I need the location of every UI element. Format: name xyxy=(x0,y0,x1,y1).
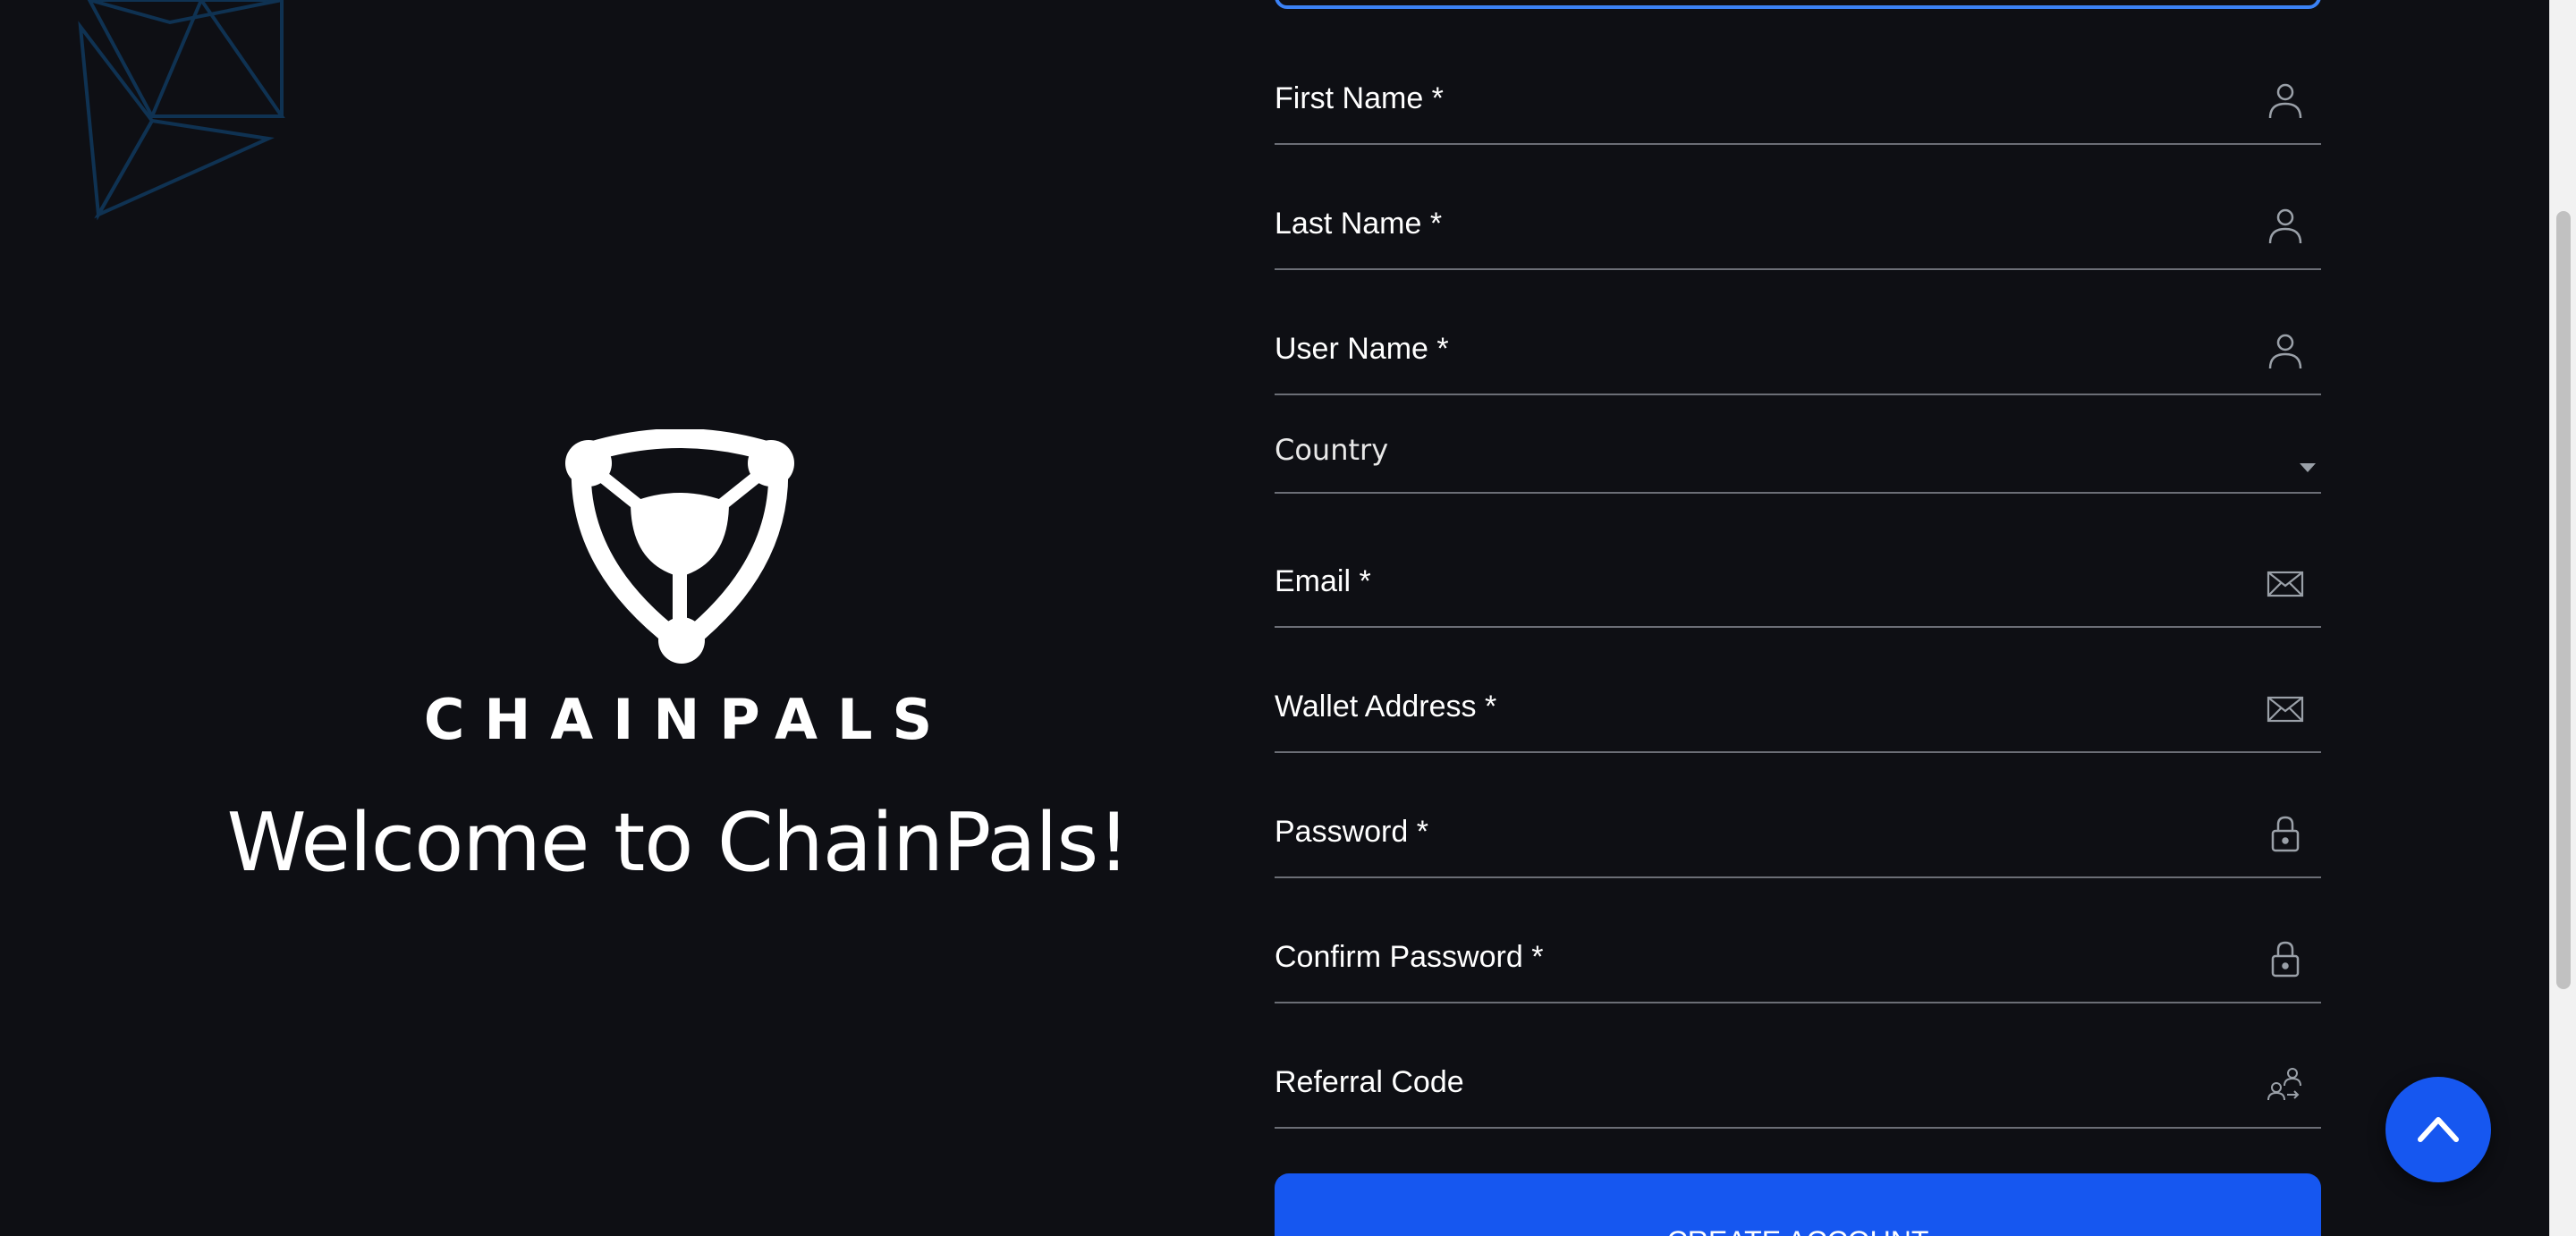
scrollbar-thumb[interactable] xyxy=(2556,211,2571,989)
page-scrollbar[interactable] xyxy=(2549,0,2576,1236)
last-name-field[interactable]: Last Name * xyxy=(1275,145,2321,270)
signup-page: CHAINPALS Welcome to ChainPals! First Na… xyxy=(0,0,2576,1236)
email-field[interactable]: Email * xyxy=(1275,503,2321,628)
country-label: Country xyxy=(1275,433,1389,467)
chevron-up-icon xyxy=(2418,1117,2459,1142)
envelope-icon xyxy=(2266,563,2305,603)
wallet-address-field[interactable]: Wallet Address * xyxy=(1275,628,2321,753)
referral-icon xyxy=(2266,1064,2305,1104)
first-name-field[interactable]: First Name * xyxy=(1275,20,2321,145)
lock-icon xyxy=(2266,939,2305,978)
welcome-heading: Welcome to ChainPals! xyxy=(226,796,1131,890)
user-icon xyxy=(2266,206,2305,245)
lock-icon xyxy=(2266,814,2305,853)
user-name-label: User Name * xyxy=(1275,332,1449,366)
scroll-to-top-button[interactable] xyxy=(2385,1077,2491,1182)
country-select[interactable]: Country xyxy=(1275,368,2321,494)
email-label: Email * xyxy=(1275,564,1371,598)
branding-panel: CHAINPALS Welcome to ChainPals! xyxy=(0,0,1234,1236)
user-icon xyxy=(2266,80,2305,120)
chevron-down-icon xyxy=(2300,463,2316,472)
envelope-icon xyxy=(2266,689,2305,728)
chainpals-logo-icon xyxy=(565,429,794,664)
confirm-password-field[interactable]: Confirm Password * xyxy=(1275,878,2321,1003)
chainpals-wordmark: CHAINPALS xyxy=(423,687,953,752)
password-field[interactable]: Password * xyxy=(1275,753,2321,878)
focused-input[interactable] xyxy=(1275,0,2321,9)
create-account-button[interactable]: CREATE ACCOUNT xyxy=(1275,1173,2321,1236)
confirm-password-label: Confirm Password * xyxy=(1275,940,1544,974)
referral-code-field[interactable]: Referral Code xyxy=(1275,1003,2321,1129)
user-icon xyxy=(2266,331,2305,370)
first-name-label: First Name * xyxy=(1275,81,1444,115)
password-label: Password * xyxy=(1275,815,1428,849)
last-name-label: Last Name * xyxy=(1275,207,1443,241)
referral-code-label: Referral Code xyxy=(1275,1065,1464,1099)
wallet-address-label: Wallet Address * xyxy=(1275,690,1497,724)
